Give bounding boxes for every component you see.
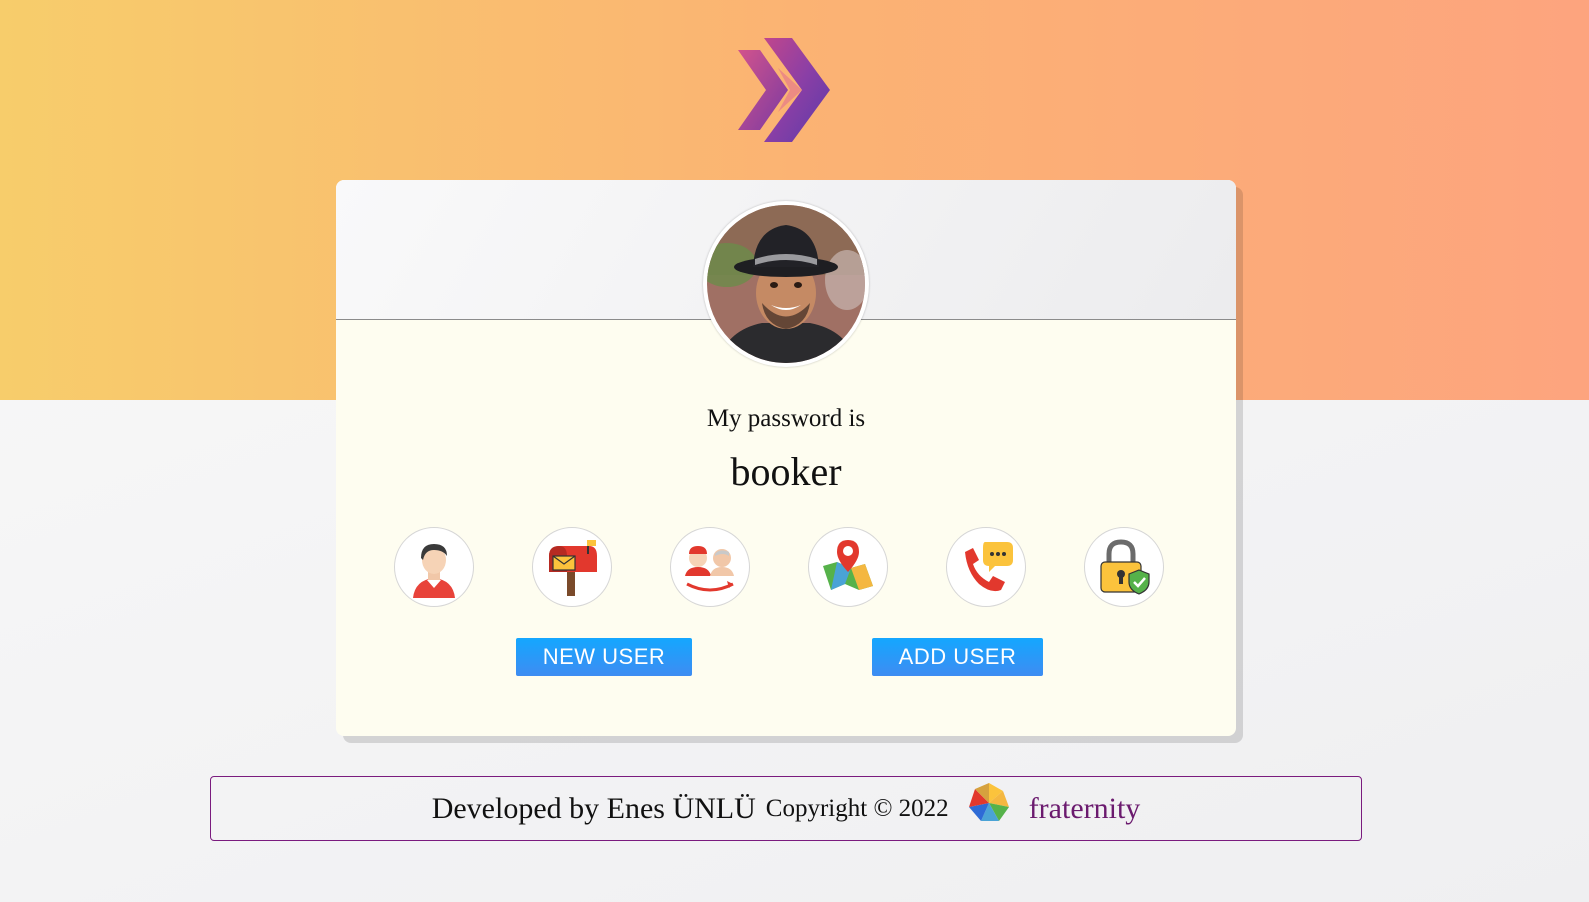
mailbox-icon <box>549 540 597 596</box>
user-photo <box>707 205 865 363</box>
fraternity-link[interactable]: fraternity <box>1029 792 1141 826</box>
user-card: My password is booker NEW USER ADD USER <box>336 180 1236 736</box>
map-icon <box>823 540 873 590</box>
mailbox-icon-button[interactable] <box>532 527 612 607</box>
map-icon-button[interactable] <box>808 527 888 607</box>
lock-icon <box>1100 539 1150 595</box>
user-icon-button[interactable] <box>394 527 474 607</box>
phone-icon-button[interactable] <box>946 527 1026 607</box>
chevron-logo-icon <box>738 38 834 142</box>
developer-credit: Developed by Enes ÜNLÜ <box>431 791 756 825</box>
lock-icon-button[interactable] <box>1084 527 1164 607</box>
phone-icon <box>965 542 1013 592</box>
password-value: booker <box>730 449 842 494</box>
add-user-button[interactable]: ADD USER <box>872 638 1043 676</box>
age-icon-button[interactable] <box>670 527 750 607</box>
pinwheel-icon <box>968 782 1009 821</box>
user-icon <box>413 544 455 598</box>
user-avatar <box>703 201 869 367</box>
age-icon <box>685 546 734 592</box>
copyright-text: Copyright © 2022 <box>765 794 949 822</box>
new-user-button[interactable]: NEW USER <box>516 638 692 676</box>
footer: Developed by Enes ÜNLÜ Copyright © 2022 … <box>210 776 1362 841</box>
password-label: My password is <box>706 405 866 432</box>
